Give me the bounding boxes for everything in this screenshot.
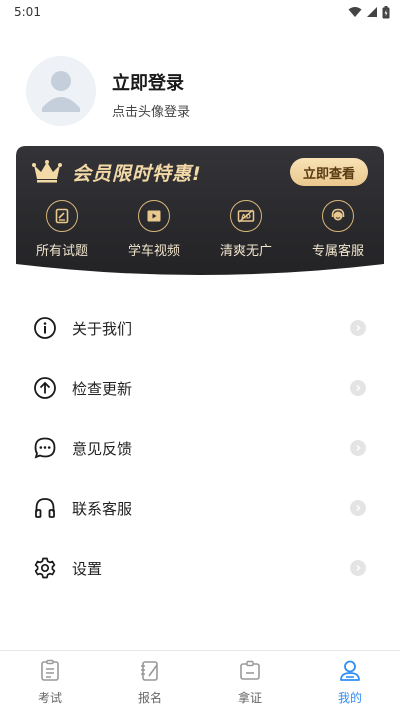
login-subtitle: 点击头像登录 (112, 105, 191, 120)
vip-feature-questions[interactable]: 所有试题 (16, 200, 108, 260)
tab-signup[interactable]: 报名 (100, 651, 200, 712)
chevron-right-icon (350, 440, 366, 456)
exam-icon (37, 658, 63, 684)
vip-header: 会员限时特惠! 立即查看 (16, 146, 384, 198)
no-ads-icon: AD (230, 200, 262, 232)
wifi-icon (348, 7, 362, 17)
tab-label: 考试 (37, 691, 62, 705)
profile-icon (337, 658, 363, 684)
vip-feature-label: 学车视频 (127, 244, 180, 259)
default-avatar-icon (26, 56, 96, 126)
tab-mine[interactable]: 我的 (300, 651, 400, 712)
gear-icon (32, 555, 58, 581)
vip-feature-videos[interactable]: 学车视频 (108, 200, 200, 260)
tab-exam[interactable]: 考试 (0, 651, 100, 712)
signup-icon (137, 658, 163, 684)
vip-features: 所有试题 学车视频 AD 清爽无广 专属客服 (16, 200, 384, 260)
tab-label: 报名 (137, 691, 162, 705)
battery-icon (382, 5, 390, 18)
login-title[interactable]: 立即登录 (112, 69, 184, 95)
headphones-icon (32, 495, 58, 521)
headset-icon (322, 200, 354, 232)
status-time: 5:01 (14, 5, 41, 19)
chat-icon (32, 435, 58, 461)
vip-feature-label: 所有试题 (35, 244, 88, 259)
menu-item-about[interactable]: 关于我们 (0, 298, 400, 358)
tab-label: 我的 (337, 691, 362, 705)
signal-icon (367, 7, 377, 17)
document-icon (46, 200, 78, 232)
menu-item-feedback[interactable]: 意见反馈 (0, 418, 400, 478)
profile-section: 立即登录 点击头像登录 (26, 56, 386, 128)
chevron-right-icon (350, 380, 366, 396)
info-icon (32, 315, 58, 341)
menu-item-label: 检查更新 (72, 379, 133, 398)
vip-card[interactable]: 会员限时特惠! 立即查看 所有试题 学车视频 AD 清爽无广 专属客服 (16, 146, 384, 278)
settings-menu: 关于我们 检查更新 意见反馈 联系客服 设置 (0, 298, 400, 598)
tab-license[interactable]: 拿证 (200, 651, 300, 712)
menu-item-label: 意见反馈 (72, 439, 133, 458)
vip-view-button[interactable]: 立即查看 (290, 158, 368, 186)
avatar[interactable] (26, 56, 96, 126)
menu-item-label: 关于我们 (72, 319, 133, 338)
tab-label: 拿证 (237, 691, 262, 705)
chevron-right-icon (350, 500, 366, 516)
vip-feature-support[interactable]: 专属客服 (292, 200, 384, 260)
menu-item-check-update[interactable]: 检查更新 (0, 358, 400, 418)
menu-item-contact-support[interactable]: 联系客服 (0, 478, 400, 538)
crown-icon (32, 160, 62, 183)
vip-title: 会员限时特惠! (72, 163, 202, 185)
status-bar: 5:01 (0, 0, 400, 24)
vip-feature-no-ads[interactable]: AD 清爽无广 (200, 200, 292, 260)
vip-feature-label: 专属客服 (311, 244, 364, 259)
chevron-right-icon (350, 560, 366, 576)
license-icon (237, 658, 263, 684)
upload-icon (32, 375, 58, 401)
bottom-tab-bar: 考试 报名 拿证 我的 (0, 650, 400, 712)
vip-feature-label: 清爽无广 (219, 244, 272, 259)
menu-item-settings[interactable]: 设置 (0, 538, 400, 598)
status-icons (348, 5, 390, 19)
menu-item-label: 设置 (72, 559, 103, 578)
chevron-right-icon (350, 320, 366, 336)
video-icon (138, 200, 170, 232)
menu-item-label: 联系客服 (72, 499, 133, 518)
